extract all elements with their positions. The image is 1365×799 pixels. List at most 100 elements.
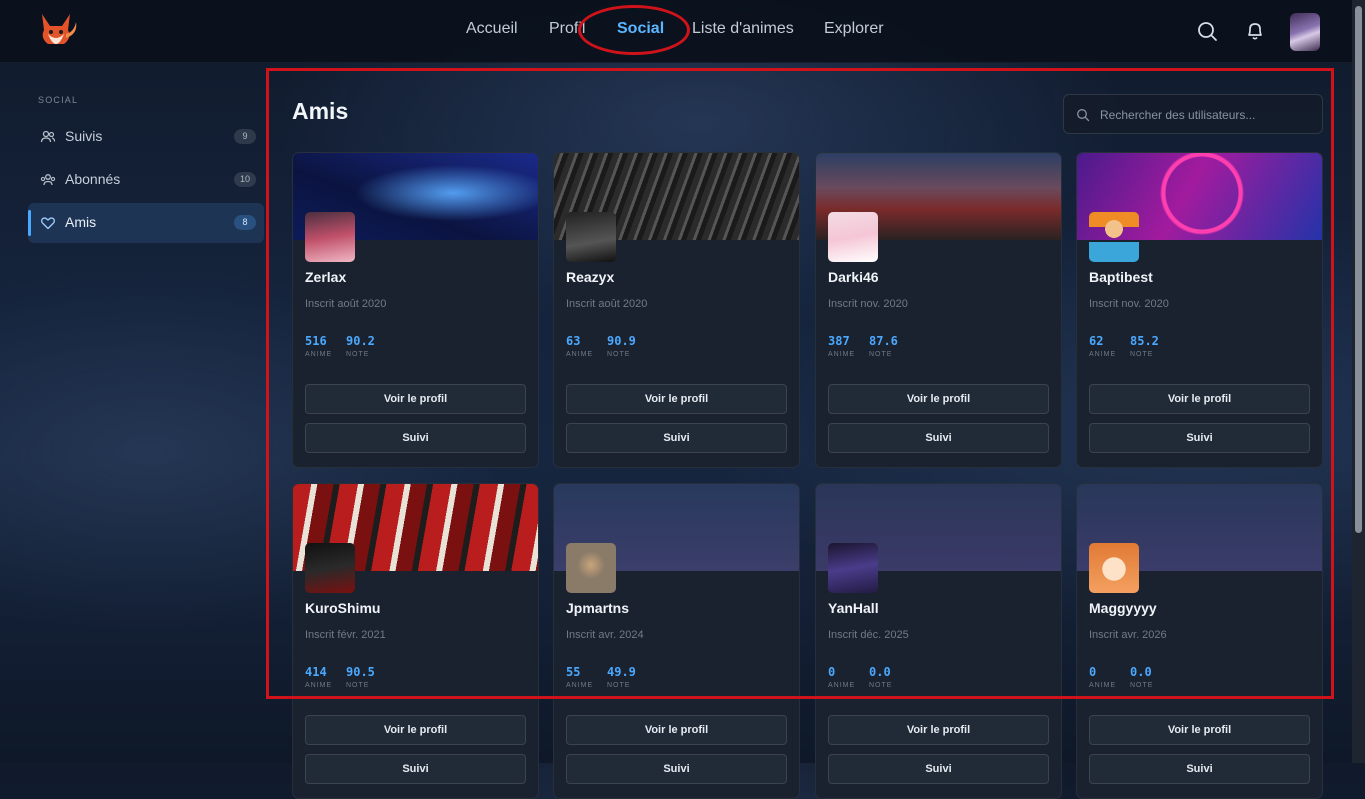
mean-score-value: 90.2	[346, 334, 375, 348]
nav-liste-animes[interactable]: Liste d'animes	[692, 20, 794, 38]
mean-score-label: NOTE	[346, 351, 370, 358]
search-icon[interactable]	[1196, 20, 1218, 42]
mean-score-value: 85.2	[1130, 334, 1159, 348]
friend-avatar[interactable]	[828, 212, 878, 262]
mean-score-value: 87.6	[869, 334, 898, 348]
following-button[interactable]: Suivi	[1089, 754, 1310, 784]
mean-score-value: 0.0	[869, 665, 891, 679]
following-button[interactable]: Suivi	[1089, 423, 1310, 453]
anime-count-value: 387	[828, 334, 850, 348]
friend-avatar[interactable]	[1089, 543, 1139, 593]
anime-count-value: 55	[566, 665, 581, 679]
sidebar-item-amis[interactable]: Amis 8	[28, 203, 264, 243]
anime-count-value: 516	[305, 334, 327, 348]
friend-avatar[interactable]	[566, 543, 616, 593]
anime-count-stat: 414 ANIME	[305, 665, 332, 689]
user-search-box	[1063, 94, 1323, 134]
mean-score-value: 90.5	[346, 665, 375, 679]
anime-count-stat: 63 ANIME	[566, 334, 593, 358]
mean-score-label: NOTE	[869, 682, 893, 689]
mean-score-value: 49.9	[607, 665, 636, 679]
following-button[interactable]: Suivi	[828, 754, 1049, 784]
view-profile-button[interactable]: Voir le profil	[305, 715, 526, 745]
friend-username[interactable]: Darki46	[828, 269, 879, 285]
mean-score-stat: 90.5 NOTE	[346, 665, 375, 689]
friend-avatar[interactable]	[566, 212, 616, 262]
mean-score-stat: 49.9 NOTE	[607, 665, 636, 689]
mean-score-label: NOTE	[869, 351, 893, 358]
friend-avatar[interactable]	[305, 543, 355, 593]
anime-count-stat: 62 ANIME	[1089, 334, 1116, 358]
anime-count-value: 62	[1089, 334, 1104, 348]
anime-count-value: 0	[828, 665, 836, 679]
followers-icon	[40, 174, 56, 186]
following-button[interactable]: Suivi	[566, 423, 787, 453]
page-scrollbar[interactable]	[1352, 0, 1365, 763]
friend-username[interactable]: Jpmartns	[566, 600, 629, 616]
view-profile-button[interactable]: Voir le profil	[305, 384, 526, 414]
mean-score-value: 0.0	[1130, 665, 1152, 679]
anime-count-label: ANIME	[566, 351, 594, 358]
view-profile-button[interactable]: Voir le profil	[828, 384, 1049, 414]
friend-username[interactable]: KuroShimu	[305, 600, 380, 616]
mean-score-stat: 90.2 NOTE	[346, 334, 375, 358]
friend-username[interactable]: Maggyyyy	[1089, 600, 1157, 616]
join-date: Inscrit déc. 2025	[828, 629, 909, 641]
anime-count-label: ANIME	[828, 682, 856, 689]
view-profile-button[interactable]: Voir le profil	[1089, 715, 1310, 745]
mean-score-stat: 0.0 NOTE	[869, 665, 892, 689]
join-date: Inscrit août 2020	[305, 298, 387, 310]
sidebar-count-badge: 10	[234, 172, 256, 187]
nav-explorer[interactable]: Explorer	[824, 20, 884, 38]
anime-count-label: ANIME	[305, 351, 333, 358]
join-date: Inscrit févr. 2021	[305, 629, 386, 641]
bell-icon[interactable]	[1244, 20, 1266, 42]
friend-username[interactable]: Reazyx	[566, 269, 614, 285]
friend-card: Baptibest Inscrit nov. 2020 62 ANIME 85.…	[1076, 152, 1323, 468]
page-title: Amis	[292, 98, 349, 124]
friend-username[interactable]: Zerlax	[305, 269, 346, 285]
mean-score-label: NOTE	[607, 682, 631, 689]
social-highlight-circle	[578, 5, 690, 55]
sidebar-section-title: SOCIAL	[38, 95, 79, 105]
sidebar-item-suivis[interactable]: Suivis 9	[28, 117, 264, 157]
following-button[interactable]: Suivi	[305, 754, 526, 784]
mean-score-label: NOTE	[346, 682, 370, 689]
view-profile-button[interactable]: Voir le profil	[566, 384, 787, 414]
friend-avatar[interactable]	[828, 543, 878, 593]
following-button[interactable]: Suivi	[305, 423, 526, 453]
friend-card: YanHall Inscrit déc. 2025 0 ANIME 0.0 NO…	[815, 483, 1062, 799]
join-date: Inscrit avr. 2024	[566, 629, 644, 641]
top-navbar: Accueil Profil Social Liste d'animes Exp…	[0, 0, 1352, 63]
anime-count-stat: 0 ANIME	[1089, 665, 1116, 689]
anime-count-stat: 387 ANIME	[828, 334, 855, 358]
friend-username[interactable]: Baptibest	[1089, 269, 1153, 285]
view-profile-button[interactable]: Voir le profil	[1089, 384, 1310, 414]
friend-card: Reazyx Inscrit août 2020 63 ANIME 90.9 N…	[553, 152, 800, 468]
sidebar-count-badge: 9	[234, 129, 256, 144]
view-profile-button[interactable]: Voir le profil	[566, 715, 787, 745]
search-icon	[1077, 109, 1090, 122]
friend-avatar[interactable]	[1089, 212, 1139, 262]
following-button[interactable]: Suivi	[828, 423, 1049, 453]
anime-count-value: 414	[305, 665, 327, 679]
scrollbar-thumb[interactable]	[1355, 6, 1362, 533]
friend-username[interactable]: YanHall	[828, 600, 879, 616]
anime-count-value: 63	[566, 334, 581, 348]
sidebar-count-badge: 8	[234, 215, 256, 230]
join-date: Inscrit nov. 2020	[1089, 298, 1169, 310]
sidebar-item-label: Amis	[65, 214, 97, 230]
mean-score-label: NOTE	[1130, 351, 1154, 358]
following-button[interactable]: Suivi	[566, 754, 787, 784]
nav-accueil[interactable]: Accueil	[466, 20, 518, 38]
anime-count-label: ANIME	[305, 682, 333, 689]
join-date: Inscrit août 2020	[566, 298, 648, 310]
friend-card: Darki46 Inscrit nov. 2020 387 ANIME 87.6…	[815, 152, 1062, 468]
friend-avatar[interactable]	[305, 212, 355, 262]
user-search-input[interactable]	[1098, 103, 1317, 127]
view-profile-button[interactable]: Voir le profil	[828, 715, 1049, 745]
anime-count-label: ANIME	[1089, 682, 1117, 689]
sidebar-item-abonnes[interactable]: Abonnés 10	[28, 160, 264, 200]
user-avatar[interactable]	[1290, 13, 1320, 51]
anime-count-stat: 55 ANIME	[566, 665, 593, 689]
